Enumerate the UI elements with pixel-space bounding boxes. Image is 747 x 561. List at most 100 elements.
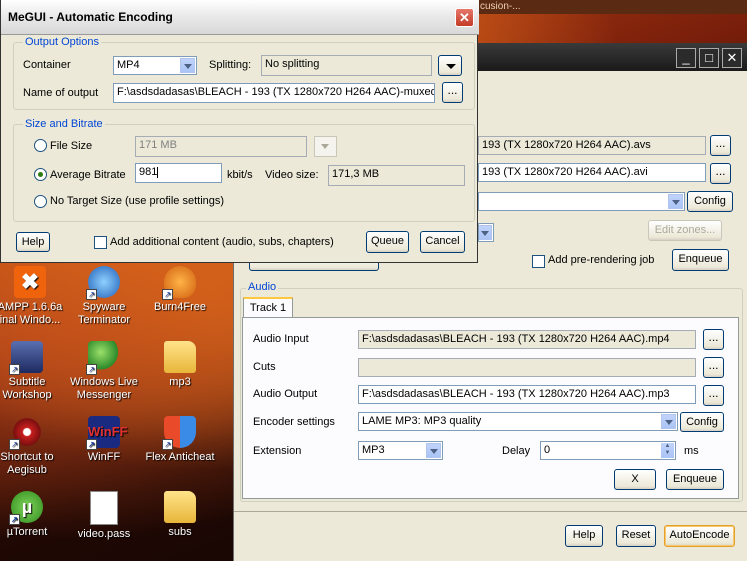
desktop-icon-label: subs (168, 526, 192, 538)
file-size-field[interactable]: 171 MB (135, 136, 307, 157)
automatic-encoding-dialog: MeGUI - Automatic Encoding ✕ Output Opti… (0, 0, 479, 263)
encoder-settings-select[interactable]: LAME MP3: MP3 quality (358, 412, 678, 431)
video-config-button[interactable]: Config (687, 191, 733, 212)
close-icon[interactable]: ✕ (455, 8, 474, 27)
desktop-icon-subtitle-workshop[interactable]: ↗ Subtitle Workshop (0, 341, 65, 402)
encoder-config-button[interactable]: Config (680, 412, 724, 432)
desktop-icon-flex-anticheat[interactable]: ↗ Flex Anticheat (142, 416, 218, 464)
desktop-icon-subs[interactable]: subs (142, 491, 218, 539)
audio-output-browse-button[interactable]: ... (703, 385, 724, 406)
desktop-icon-spyware-terminator[interactable]: ↗ Spyware Terminator (66, 266, 142, 327)
shortcut-arrow-icon: ↗ (86, 289, 97, 300)
desktop-icon-xampp[interactable]: ✖ AMPP 1.6.6a inal Windo... (0, 266, 68, 327)
shortcut-arrow-icon: ↗ (162, 289, 173, 300)
background-title-text: cusion-... (480, 1, 521, 12)
shortcut-arrow-icon: ↗ (9, 439, 20, 450)
avs-browse-button[interactable]: ... (710, 135, 731, 156)
desktop-icon-utorrent[interactable]: µ ↗ µTorrent (0, 491, 65, 539)
audio-input-field[interactable]: F:\asdsdadasas\BLEACH - 193 (TX 1280x720… (358, 330, 696, 349)
file-size-radio[interactable] (34, 139, 47, 152)
extension-select[interactable]: MP3 (358, 441, 443, 460)
file-type-select[interactable] (478, 223, 494, 242)
shield-icon: ↗ (86, 266, 120, 300)
add-prerendering-checkbox[interactable] (532, 255, 545, 268)
close-button[interactable]: ✕ (722, 48, 742, 68)
desktop-icon-label: AMPP 1.6.6a inal Windo... (0, 301, 63, 326)
reset-button[interactable]: Reset (616, 525, 656, 547)
add-content-label: Add additional content (audio, subs, cha… (110, 236, 334, 248)
video-profile-select[interactable] (478, 192, 685, 211)
cuts-label: Cuts (253, 361, 276, 373)
output-browse-button[interactable]: ... (442, 82, 463, 103)
no-target-label: No Target Size (use profile settings) (50, 195, 225, 207)
delay-unit-label: ms (684, 445, 699, 457)
desktop-icon-aegisub[interactable]: ↗ Shortcut to Aegisub (0, 416, 65, 477)
file-size-dropdown[interactable] (314, 136, 337, 157)
no-target-radio[interactable] (34, 195, 47, 208)
desktop-icon-label: Subtitle Workshop (2, 376, 52, 401)
folder-icon (164, 341, 196, 373)
video-enqueue-button[interactable]: Enqueue (672, 249, 729, 271)
avi-output-field[interactable]: 193 (TX 1280x720 H264 AAC).avi (478, 163, 706, 182)
audio-enqueue-button[interactable]: Enqueue (666, 469, 724, 490)
stepper-arrows-icon[interactable]: ▲ ▼ (661, 443, 674, 458)
extension-value: MP3 (362, 444, 385, 456)
dialog-help-button[interactable]: Help (16, 232, 50, 252)
desktop-icon-mp3[interactable]: mp3 (142, 341, 218, 389)
splitting-field[interactable]: No splitting (261, 55, 432, 76)
avs-input-field[interactable]: 193 (TX 1280x720 H264 AAC).avs (478, 136, 706, 155)
autoencode-button[interactable]: AutoEncode (664, 525, 735, 547)
desktop-icon-video-pass[interactable]: video.pass (66, 491, 142, 541)
track-1-tab[interactable]: Track 1 (243, 297, 293, 319)
chevron-down-icon (479, 225, 492, 240)
chevron-down-icon (426, 443, 441, 458)
chevron-down-icon (321, 144, 329, 149)
fox-icon: ↗ (162, 266, 196, 300)
dialog-title: MeGUI - Automatic Encoding (8, 10, 173, 24)
utorrent-icon: µ ↗ (9, 491, 43, 525)
desktop-icon-label: Shortcut to Aegisub (0, 451, 54, 476)
add-content-checkbox[interactable] (94, 236, 107, 249)
desktop-icon-winff[interactable]: WinFF ↗ WinFF (66, 416, 142, 464)
shortcut-arrow-icon: ↗ (9, 514, 20, 525)
output-name-field[interactable]: F:\asdsdadasas\BLEACH - 193 (TX 1280x720… (113, 83, 435, 103)
avi-browse-button[interactable]: ... (710, 163, 731, 184)
shortcut-arrow-icon: ↗ (86, 439, 97, 450)
audio-output-label: Audio Output (253, 388, 318, 400)
file-size-label: File Size (50, 140, 93, 152)
remove-track-button[interactable]: X (614, 469, 656, 490)
kbits-label: kbit/s (227, 169, 253, 181)
edit-zones-button[interactable]: Edit zones... (648, 220, 722, 241)
splitting-value: No splitting (265, 58, 320, 70)
average-bitrate-input[interactable]: 981 (135, 163, 222, 183)
avi-path-text: 193 (TX 1280x720 H264 AAC).avi (482, 166, 648, 178)
encoder-settings-label: Encoder settings (253, 416, 335, 428)
cuts-field[interactable] (358, 358, 696, 377)
average-bitrate-radio[interactable] (34, 168, 47, 181)
track-1-tab-label: Track 1 (249, 302, 287, 314)
cancel-button[interactable]: Cancel (420, 231, 465, 253)
cuts-browse-button[interactable]: ... (703, 357, 724, 378)
audio-input-value: F:\asdsdadasas\BLEACH - 193 (TX 1280x720… (362, 333, 670, 345)
dialog-titlebar: MeGUI - Automatic Encoding ✕ (1, 0, 479, 35)
container-value: MP4 (117, 59, 140, 71)
desktop-icon-windows-live-messenger[interactable]: ↗ Windows Live Messenger (66, 341, 142, 402)
minimize-button[interactable]: _ (676, 48, 696, 68)
splitting-dropdown-button[interactable] (438, 55, 462, 76)
chevron-down-icon (446, 64, 456, 69)
audio-output-field[interactable]: F:\asdsdadasas\BLEACH - 193 (TX 1280x720… (358, 385, 696, 404)
queue-button[interactable]: Queue (366, 231, 409, 253)
help-button[interactable]: Help (565, 525, 603, 547)
desktop-icon-label: mp3 (169, 376, 191, 388)
xampp-icon: ✖ (14, 266, 46, 298)
container-select[interactable]: MP4 (113, 56, 197, 75)
maximize-button[interactable]: □ (699, 48, 719, 68)
average-bitrate-value: 981 (139, 166, 158, 178)
output-name-value: F:\asdsdadasas\BLEACH - 193 (TX 1280x720… (117, 86, 435, 98)
shield-check-icon: ↗ (162, 416, 196, 450)
audio-input-browse-button[interactable]: ... (703, 329, 724, 350)
winff-icon: WinFF ↗ (86, 416, 128, 450)
delay-stepper[interactable]: 0 ▲ ▼ (540, 441, 676, 460)
encoder-settings-value: LAME MP3: MP3 quality (362, 415, 482, 427)
desktop-icon-burn4free[interactable]: ↗ Burn4Free (142, 266, 218, 314)
